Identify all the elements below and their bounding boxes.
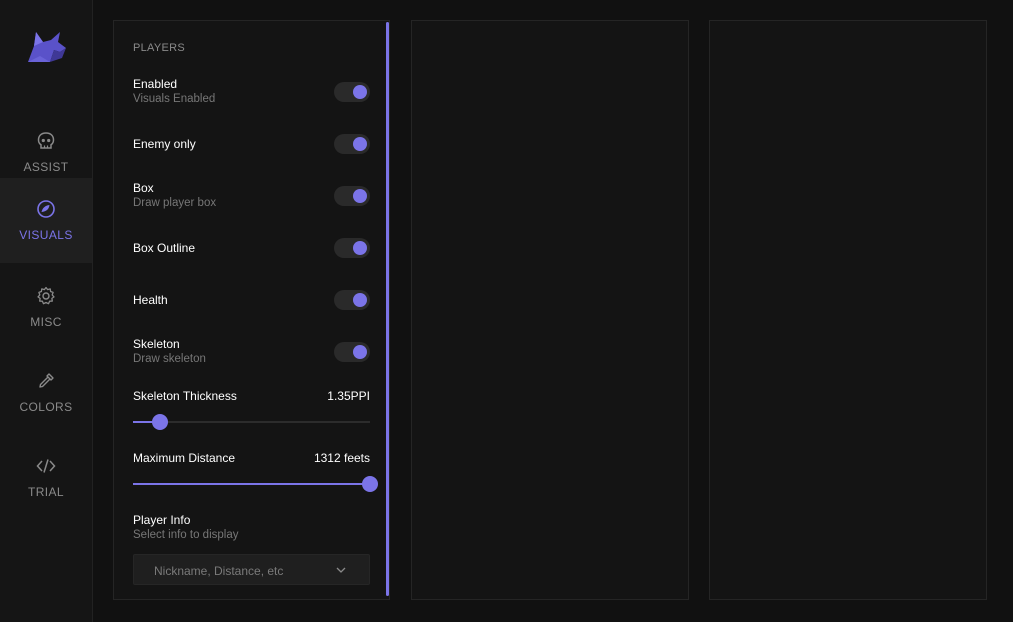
chevron-down-icon	[336, 567, 346, 573]
toggle-knob	[353, 137, 367, 151]
empty-panel-3	[709, 20, 987, 600]
sidebar-item-label: VISUALS	[19, 228, 73, 242]
skeleton-thickness-label: Skeleton Thickness	[133, 389, 237, 403]
toggle-knob	[353, 345, 367, 359]
sidebar-item-label: TRIAL	[27, 485, 64, 499]
max-distance-label: Maximum Distance	[133, 451, 236, 465]
gear-icon	[37, 286, 55, 305]
box-outline-label: Box Outline	[133, 241, 196, 255]
eyedropper-icon	[39, 373, 54, 388]
slider-thumb[interactable]	[362, 476, 378, 492]
sidebar: ASSIST VISUALS MISC COLORS TRIAL	[0, 0, 93, 622]
skeleton-toggle[interactable]	[334, 342, 370, 362]
toggle-knob	[353, 241, 367, 255]
player-info-sublabel: Select info to display	[133, 529, 239, 541]
section-title-players: PLAYERS	[133, 42, 186, 54]
sidebar-item-misc[interactable]: MISC	[0, 265, 92, 350]
skeleton-thickness-value: 1.35PPI	[327, 389, 370, 403]
toggle-knob	[353, 85, 367, 99]
box-toggle[interactable]	[334, 186, 370, 206]
select-placeholder: Nickname, Distance, etc	[154, 564, 284, 578]
max-distance-value: 1312 feets	[313, 451, 370, 465]
empty-panel-2	[411, 20, 689, 600]
sidebar-item-colors[interactable]: COLORS	[0, 350, 92, 435]
sidebar-item-label: COLORS	[19, 400, 73, 414]
player-info-select[interactable]: Nickname, Distance, etc	[133, 554, 370, 585]
box-sublabel: Draw player box	[133, 197, 217, 209]
sidebar-item-label: ASSIST	[23, 160, 69, 174]
max-distance-slider[interactable]	[133, 476, 378, 492]
sidebar-item-visuals[interactable]: VISUALS	[0, 178, 92, 263]
skeleton-sublabel: Draw skeleton	[133, 353, 206, 365]
player-info-label: Player Info	[133, 513, 191, 527]
panel-scrollbar[interactable]	[386, 22, 389, 596]
toggle-knob	[353, 189, 367, 203]
code-icon	[36, 459, 56, 473]
slider-fill	[133, 483, 370, 485]
health-toggle[interactable]	[334, 290, 370, 310]
skull-icon	[37, 132, 55, 149]
sidebar-item-trial[interactable]: TRIAL	[0, 435, 92, 520]
box-outline-toggle[interactable]	[334, 238, 370, 258]
box-label: Box	[133, 181, 154, 195]
enabled-sublabel: Visuals Enabled	[133, 93, 216, 105]
wolf-logo-icon	[28, 32, 66, 62]
skeleton-thickness-slider[interactable]	[133, 414, 370, 430]
skeleton-label: Skeleton	[133, 337, 180, 351]
enemy-only-toggle[interactable]	[334, 134, 370, 154]
enabled-toggle[interactable]	[334, 82, 370, 102]
enabled-label: Enabled	[133, 77, 178, 91]
toggle-knob	[353, 293, 367, 307]
visual-icon	[37, 200, 55, 218]
sidebar-item-label: MISC	[30, 315, 62, 329]
enemy-only-label: Enemy only	[133, 137, 196, 151]
health-label: Health	[133, 293, 168, 307]
